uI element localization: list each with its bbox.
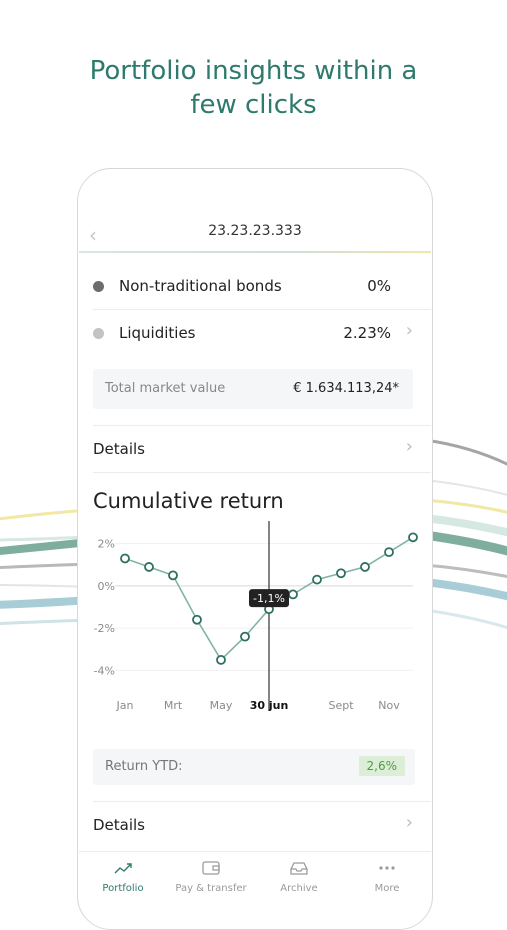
tab-label: Archive — [280, 883, 318, 894]
allocation-value: 0% — [367, 277, 391, 295]
allocation-label: Liquidities — [119, 324, 196, 342]
data-point — [384, 547, 394, 558]
headline: Portfolio insights within a few clicks — [0, 54, 507, 122]
y-tick-label: 2% — [98, 538, 115, 551]
chevron-right-icon: › — [405, 812, 413, 833]
app-screen: ‹ 23.23.23.333 Non-traditional bonds 0% … — [79, 169, 431, 902]
tab-more[interactable]: More — [343, 852, 431, 902]
nav-divider — [79, 251, 431, 253]
chart-title: Cumulative return — [93, 489, 284, 513]
details-label: Details — [93, 816, 146, 834]
y-tick-label: -2% — [94, 622, 115, 635]
x-tick-label: Mrt — [164, 699, 183, 712]
divider — [93, 472, 431, 473]
legend-dot-icon — [93, 281, 104, 292]
chart-line-icon — [114, 863, 132, 874]
chevron-right-icon: › — [405, 436, 413, 457]
data-point — [336, 568, 346, 579]
data-point — [360, 562, 370, 572]
tab-label: Portfolio — [102, 883, 144, 894]
tab-label: More — [374, 883, 400, 894]
details-link-bottom[interactable]: Details › — [93, 803, 413, 849]
x-tick-label: May — [210, 699, 233, 712]
headline-line-1: Portfolio insights within a — [89, 56, 418, 86]
data-point — [144, 562, 154, 572]
data-point — [408, 532, 418, 543]
market-value-amount: € 1.634.113,24* — [293, 381, 399, 396]
allocation-label: Non-traditional bonds — [119, 277, 282, 295]
wallet-icon — [202, 861, 220, 875]
data-point — [240, 631, 250, 642]
tab-pay-transfer[interactable]: Pay & transfer — [167, 852, 255, 902]
phone-frame: ‹ 23.23.23.333 Non-traditional bonds 0% … — [77, 168, 433, 930]
legend-dot-icon — [93, 328, 104, 339]
tooltip-value: -1,1% — [253, 592, 285, 605]
data-point — [192, 614, 202, 625]
details-label: Details — [93, 440, 146, 458]
x-tick-label: Nov — [378, 699, 400, 712]
tab-archive[interactable]: Archive — [255, 852, 343, 902]
data-point — [120, 553, 130, 564]
y-tick-label: -4% — [94, 664, 115, 677]
return-ytd-box: Return YTD: 2,6% — [93, 749, 415, 785]
tab-portfolio[interactable]: Portfolio — [79, 852, 167, 902]
account-number-title: 23.23.23.333 — [208, 223, 302, 239]
nav-bar: ‹ 23.23.23.333 — [79, 215, 431, 251]
cumulative-return-chart[interactable]: 2% 0% -2% -4% -1,1% Jan Mrt May 30 jun Sept Nov — [79, 521, 431, 741]
more-dots-icon — [379, 866, 395, 870]
chevron-right-icon: › — [405, 320, 413, 341]
tab-label: Pay & transfer — [175, 883, 247, 894]
tab-bar: Portfolio Pay & transfer Archive More — [79, 851, 431, 902]
divider — [93, 801, 431, 802]
x-tick-label: Jan — [116, 699, 134, 712]
details-link-top[interactable]: Details › — [93, 427, 413, 473]
return-ytd-label: Return YTD: — [105, 759, 183, 774]
headline-line-2: few clicks — [190, 90, 317, 120]
divider — [93, 425, 431, 426]
y-tick-label: 0% — [98, 580, 115, 593]
allocation-value: 2.23% — [343, 324, 391, 342]
divider — [93, 309, 431, 310]
inbox-icon — [290, 862, 308, 875]
market-value-label: Total market value — [105, 381, 226, 396]
data-point — [216, 654, 226, 665]
return-ytd-badge: 2,6% — [358, 756, 405, 776]
data-point — [288, 589, 298, 600]
data-point — [312, 574, 322, 585]
x-tick-label: 30 jun — [250, 699, 289, 712]
allocation-row-liquidities[interactable]: Liquidities 2.23% › — [79, 311, 431, 357]
x-tick-label: Sept — [328, 699, 354, 712]
total-market-value-box: Total market value € 1.634.113,24* — [93, 369, 413, 409]
allocation-row-non-traditional-bonds[interactable]: Non-traditional bonds 0% — [79, 264, 431, 310]
data-point — [168, 570, 178, 581]
